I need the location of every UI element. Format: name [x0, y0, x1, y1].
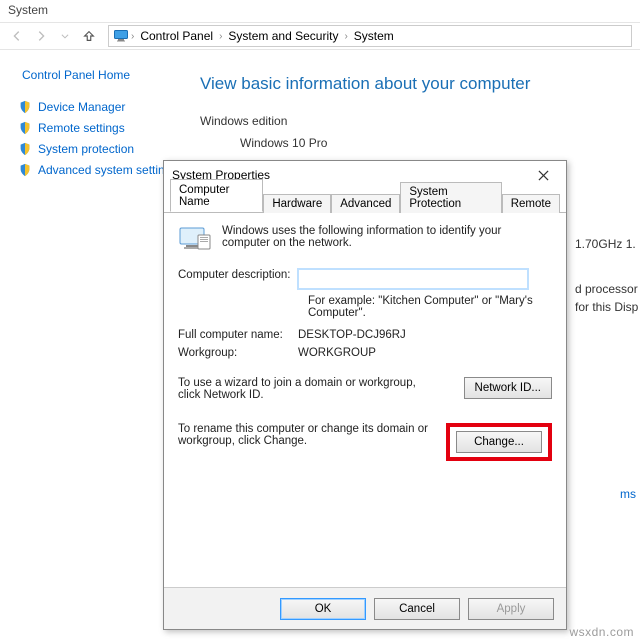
crumb-control-panel[interactable]: Control Panel: [136, 29, 217, 43]
tab-hardware[interactable]: Hardware: [263, 194, 331, 213]
computer-icon: [178, 225, 212, 255]
chevron-right-icon: ›: [219, 31, 222, 42]
monitor-icon: [113, 28, 129, 44]
network-id-hint: To use a wizard to join a domain or work…: [178, 377, 438, 401]
sidebar-item-advanced-settings[interactable]: Advanced system settings: [18, 163, 180, 177]
sidebar-item-remote-settings[interactable]: Remote settings: [18, 121, 180, 135]
shield-icon: [18, 163, 32, 177]
ms-link-fragment[interactable]: ms: [620, 487, 636, 501]
ok-button[interactable]: OK: [280, 598, 366, 620]
window-title: System: [0, 0, 640, 22]
watermark: wsxdn.com: [569, 625, 634, 639]
change-button[interactable]: Change...: [456, 431, 542, 453]
disp-fragment: for this Disp: [575, 300, 638, 314]
crumb-system[interactable]: System: [350, 29, 398, 43]
network-id-button[interactable]: Network ID...: [464, 377, 552, 399]
sidebar-item-label: System protection: [38, 142, 134, 156]
cancel-button[interactable]: Cancel: [374, 598, 460, 620]
shield-icon: [18, 121, 32, 135]
workgroup-label: Workgroup:: [178, 347, 298, 359]
sidebar-item-device-manager[interactable]: Device Manager: [18, 100, 180, 114]
back-button[interactable]: [8, 27, 26, 45]
dialog-button-row: OK Cancel Apply: [164, 587, 566, 629]
proc-fragment: d processor: [575, 282, 638, 296]
change-button-highlight: Change...: [446, 423, 552, 461]
shield-icon: [18, 100, 32, 114]
nav-toolbar: › Control Panel › System and Security › …: [0, 22, 640, 50]
up-button[interactable]: [80, 27, 98, 45]
intro-text: Windows uses the following information t…: [222, 225, 552, 249]
page-heading: View basic information about your comput…: [200, 74, 640, 94]
change-hint: To rename this computer or change its do…: [178, 423, 438, 447]
forward-button[interactable]: [32, 27, 50, 45]
workgroup-value: WORKGROUP: [298, 347, 552, 359]
chevron-right-icon: ›: [131, 31, 134, 42]
tab-system-protection[interactable]: System Protection: [400, 182, 501, 213]
crumb-system-security[interactable]: System and Security: [224, 29, 342, 43]
dialog-body: Windows uses the following information t…: [164, 213, 566, 587]
close-icon: [538, 170, 549, 181]
sidebar-item-system-protection[interactable]: System protection: [18, 142, 180, 156]
sidebar-item-label: Device Manager: [38, 100, 125, 114]
desc-label: Computer description:: [178, 269, 298, 281]
breadcrumb[interactable]: › Control Panel › System and Security › …: [108, 25, 632, 47]
tab-computer-name[interactable]: Computer Name: [170, 179, 263, 212]
edition-value: Windows 10 Pro: [240, 136, 640, 150]
system-properties-dialog: System Properties Computer Name Hardware…: [163, 160, 567, 630]
shield-icon: [18, 142, 32, 156]
sidebar: Control Panel Home Device Manager Remote…: [0, 50, 190, 184]
cpu-fragment: 1.70GHz 1.: [575, 237, 636, 251]
edition-label: Windows edition: [200, 114, 640, 128]
sidebar-item-label: Remote settings: [38, 121, 125, 135]
sidebar-item-label: Advanced system settings: [38, 163, 177, 177]
chevron-right-icon: ›: [344, 31, 347, 42]
computer-description-input[interactable]: [298, 269, 528, 289]
control-panel-home-link[interactable]: Control Panel Home: [22, 68, 180, 82]
desc-example: For example: "Kitchen Computer" or "Mary…: [308, 295, 538, 319]
apply-button[interactable]: Apply: [468, 598, 554, 620]
dialog-tabs: Computer Name Hardware Advanced System P…: [164, 189, 566, 213]
tab-advanced[interactable]: Advanced: [331, 194, 400, 213]
close-button[interactable]: [528, 164, 558, 186]
tab-remote[interactable]: Remote: [502, 194, 560, 213]
fullname-label: Full computer name:: [178, 329, 298, 341]
recent-dropdown[interactable]: [56, 27, 74, 45]
fullname-value: DESKTOP-DCJ96RJ: [298, 329, 552, 341]
